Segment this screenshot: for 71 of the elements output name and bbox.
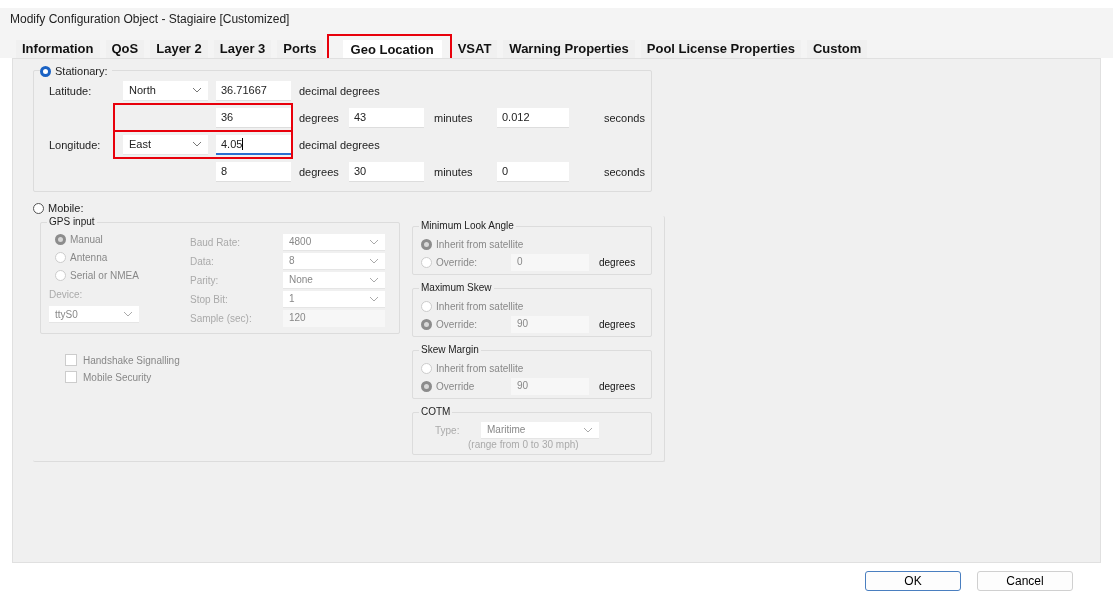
seconds-field[interactable]: 0.012 — [497, 107, 569, 128]
chevron-down-icon — [369, 257, 379, 264]
degrees-field[interactable]: 8 — [216, 161, 291, 182]
window-title: Modify Configuration Object - Stagiaire [Customized] — [0, 8, 1113, 34]
checkbox-label: Mobile Security — [83, 371, 152, 383]
field-label: Data: — [190, 255, 215, 267]
radio-label: Override: — [436, 318, 478, 330]
tab[interactable]: Layer 3 — [213, 40, 272, 58]
decimal-field[interactable]: 36.71667 — [216, 80, 291, 101]
radio-label: Mobile: — [48, 202, 84, 214]
unit-label: seconds — [604, 111, 645, 124]
unit-label: minutes — [434, 111, 474, 124]
radio-label: Manual — [70, 233, 103, 245]
field-label: Baud Rate: — [190, 236, 242, 248]
unit-label: degrees — [599, 318, 636, 330]
minutes-field[interactable]: 43 — [349, 107, 424, 128]
tab[interactable]: Pool License Properties — [640, 40, 801, 58]
radio-label: Antenna — [70, 251, 108, 263]
unit-label: degrees — [299, 111, 340, 124]
unit-label: degrees — [599, 256, 636, 268]
tab[interactable]: Geo Location — [342, 40, 442, 58]
degrees-field[interactable]: 36 — [216, 107, 291, 128]
chevron-down-icon — [583, 426, 593, 433]
hemisphere-dropdown[interactable]: North — [123, 80, 208, 101]
radio-label: Override — [436, 380, 475, 392]
field-label: Latitude: — [49, 84, 93, 97]
tab[interactable]: VSAT — [451, 40, 498, 58]
chevron-down-icon — [369, 295, 379, 302]
field-label: Device: — [49, 289, 84, 300]
field-label: Stop Bit: — [190, 293, 229, 305]
chevron-down-icon — [369, 276, 379, 283]
field-label: Type: — [434, 424, 461, 436]
radio-button[interactable] — [40, 65, 51, 77]
unit-label: degrees — [599, 380, 636, 392]
field-label: Sample (sec): — [190, 312, 253, 324]
unit-label: degrees — [299, 165, 340, 178]
radio-label: Inherit from satellite — [436, 362, 524, 374]
radio-label: Inherit from satellite — [436, 238, 524, 250]
group-title: GPS input — [47, 216, 97, 227]
radio-label: Override: — [436, 256, 478, 268]
tab[interactable]: Custom — [806, 40, 868, 58]
tab[interactable]: Layer 2 — [150, 40, 208, 58]
chevron-down-icon — [123, 311, 133, 317]
seconds-field[interactable]: 0 — [497, 161, 569, 182]
radio-label: Inherit from satellite — [436, 300, 524, 312]
chevron-down-icon — [369, 238, 379, 245]
chevron-down-icon — [192, 87, 202, 93]
checkbox-label: Handshake Signalling — [83, 354, 180, 366]
radio-label: Serial or NMEA — [70, 269, 139, 281]
dialog-button[interactable]: OK — [865, 571, 961, 591]
group-title: Skew Margin — [419, 344, 481, 355]
unit-label: minutes — [434, 165, 474, 178]
group-title: Minimum Look Angle — [419, 220, 516, 231]
field-label: Longitude: — [49, 138, 102, 151]
chevron-down-icon — [192, 141, 202, 147]
field-label: Parity: — [190, 274, 220, 286]
hemisphere-dropdown[interactable]: East — [123, 134, 208, 155]
range-note: (range from 0 to 30 mph) — [468, 439, 579, 450]
unit-label: decimal degrees — [299, 84, 380, 97]
tab[interactable]: Information — [16, 40, 100, 58]
group-title: COTM — [419, 406, 453, 417]
dialog-button[interactable]: Cancel — [977, 571, 1073, 591]
tab[interactable]: QoS — [105, 40, 145, 58]
unit-label: seconds — [604, 165, 645, 178]
minutes-field[interactable]: 30 — [349, 161, 424, 182]
group-title: Maximum Skew — [419, 282, 494, 293]
radio-label: Stationary: — [55, 65, 108, 77]
tab[interactable]: Warning Properties — [503, 40, 635, 58]
unit-label: decimal degrees — [299, 138, 380, 151]
tab[interactable]: Ports — [277, 40, 323, 58]
decimal-field[interactable]: 4.05 — [216, 134, 291, 155]
